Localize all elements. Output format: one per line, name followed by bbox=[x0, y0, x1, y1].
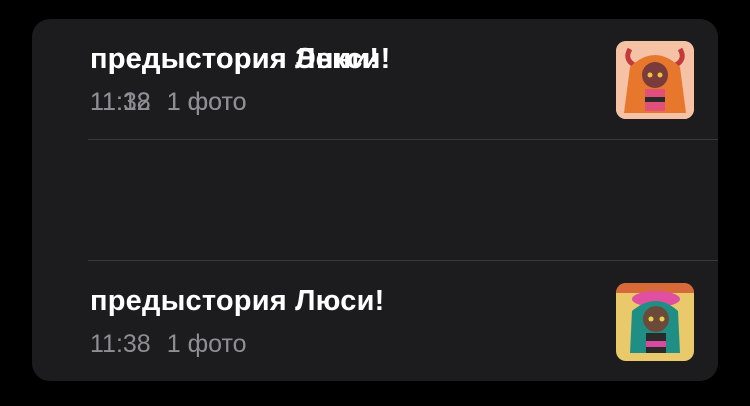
note-meta: 11:38 1 фото bbox=[90, 330, 247, 359]
note-title: предыстория Люси! bbox=[90, 285, 385, 317]
note-row-lucy[interactable]: предыстория Люси! 11:38 1 фото bbox=[32, 261, 718, 381]
note-title: предыстория Лекси! bbox=[90, 43, 391, 75]
note-attachment-count: 1 фото bbox=[166, 330, 247, 358]
note-attachment-count: 1 фото bbox=[166, 88, 247, 116]
note-time: 11:38 bbox=[90, 330, 151, 358]
row-divider bbox=[88, 260, 718, 261]
note-row-lexi[interactable]: предыстория Лекси! 11:12 1 фото bbox=[32, 19, 718, 139]
row-divider bbox=[88, 139, 718, 140]
note-meta: 11:12 1 фото bbox=[90, 88, 247, 117]
character-thumbnail-icon[interactable] bbox=[616, 283, 694, 361]
character-thumbnail-icon[interactable] bbox=[616, 41, 694, 119]
notes-list: предыстория Энни! 11:38 1 фото предыстори… bbox=[32, 19, 718, 381]
note-time: 11:12 bbox=[90, 88, 151, 116]
